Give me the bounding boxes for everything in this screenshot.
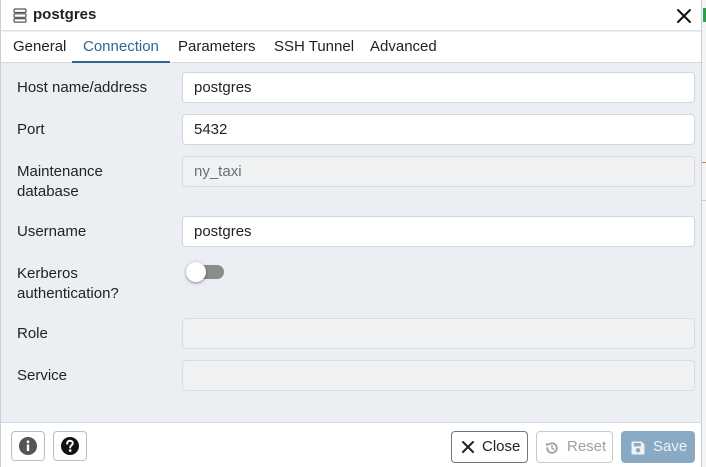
- role-label: Role: [17, 325, 48, 342]
- reset-button-label: Reset: [567, 438, 607, 455]
- tab-ssh-tunnel[interactable]: SSH Tunnel: [274, 32, 354, 63]
- toggle-knob: [186, 262, 206, 282]
- host-label: Host name/address: [17, 79, 148, 96]
- info-button[interactable]: [11, 431, 45, 461]
- username-input[interactable]: postgres: [182, 216, 695, 247]
- save-button-label: Save: [653, 438, 688, 455]
- maintenance-db-label-line1: Maintenance: [17, 163, 103, 180]
- tab-advanced[interactable]: Advanced: [370, 32, 437, 63]
- reset-icon: [546, 442, 558, 454]
- maintenance-db-input: ny_taxi: [182, 156, 695, 187]
- tab-connection[interactable]: Connection: [72, 32, 170, 63]
- username-label: Username: [17, 223, 87, 240]
- kerberos-label-line1: Kerberos: [17, 265, 78, 282]
- maintenance-db-label-line2: database: [17, 183, 79, 200]
- server-properties-dialog: postgres General Connection Parameters S…: [0, 0, 702, 467]
- close-x-icon: [462, 441, 474, 453]
- tab-parameters[interactable]: Parameters: [178, 32, 256, 63]
- kerberos-toggle[interactable]: [186, 262, 226, 282]
- close-icon[interactable]: [675, 7, 693, 25]
- port-label: Port: [17, 121, 45, 138]
- dialog-title: postgres: [33, 6, 97, 23]
- dialog-footer: Close Reset Save: [1, 422, 701, 467]
- close-button-label: Close: [482, 438, 521, 455]
- close-button[interactable]: Close: [451, 431, 528, 463]
- save-icon: [631, 441, 645, 455]
- host-input[interactable]: postgres: [182, 72, 695, 103]
- info-icon: [19, 437, 37, 455]
- role-input: [182, 318, 695, 349]
- tab-general[interactable]: General: [13, 32, 66, 63]
- save-button[interactable]: Save: [621, 431, 695, 463]
- connection-form: Host name/address postgres Port 5432 Mai…: [1, 64, 701, 421]
- service-label: Service: [17, 367, 68, 384]
- port-input[interactable]: 5432: [182, 114, 695, 145]
- service-input: [182, 360, 695, 391]
- tab-bar: General Connection Parameters SSH Tunnel…: [1, 32, 701, 63]
- help-button[interactable]: [53, 431, 87, 461]
- kerberos-label-line2: authentication?: [17, 285, 119, 302]
- dialog-titlebar: postgres: [1, 0, 701, 31]
- help-icon: [61, 437, 79, 455]
- reset-button[interactable]: Reset: [536, 431, 613, 463]
- server-icon: [13, 8, 27, 23]
- background-accent-line: [702, 162, 706, 163]
